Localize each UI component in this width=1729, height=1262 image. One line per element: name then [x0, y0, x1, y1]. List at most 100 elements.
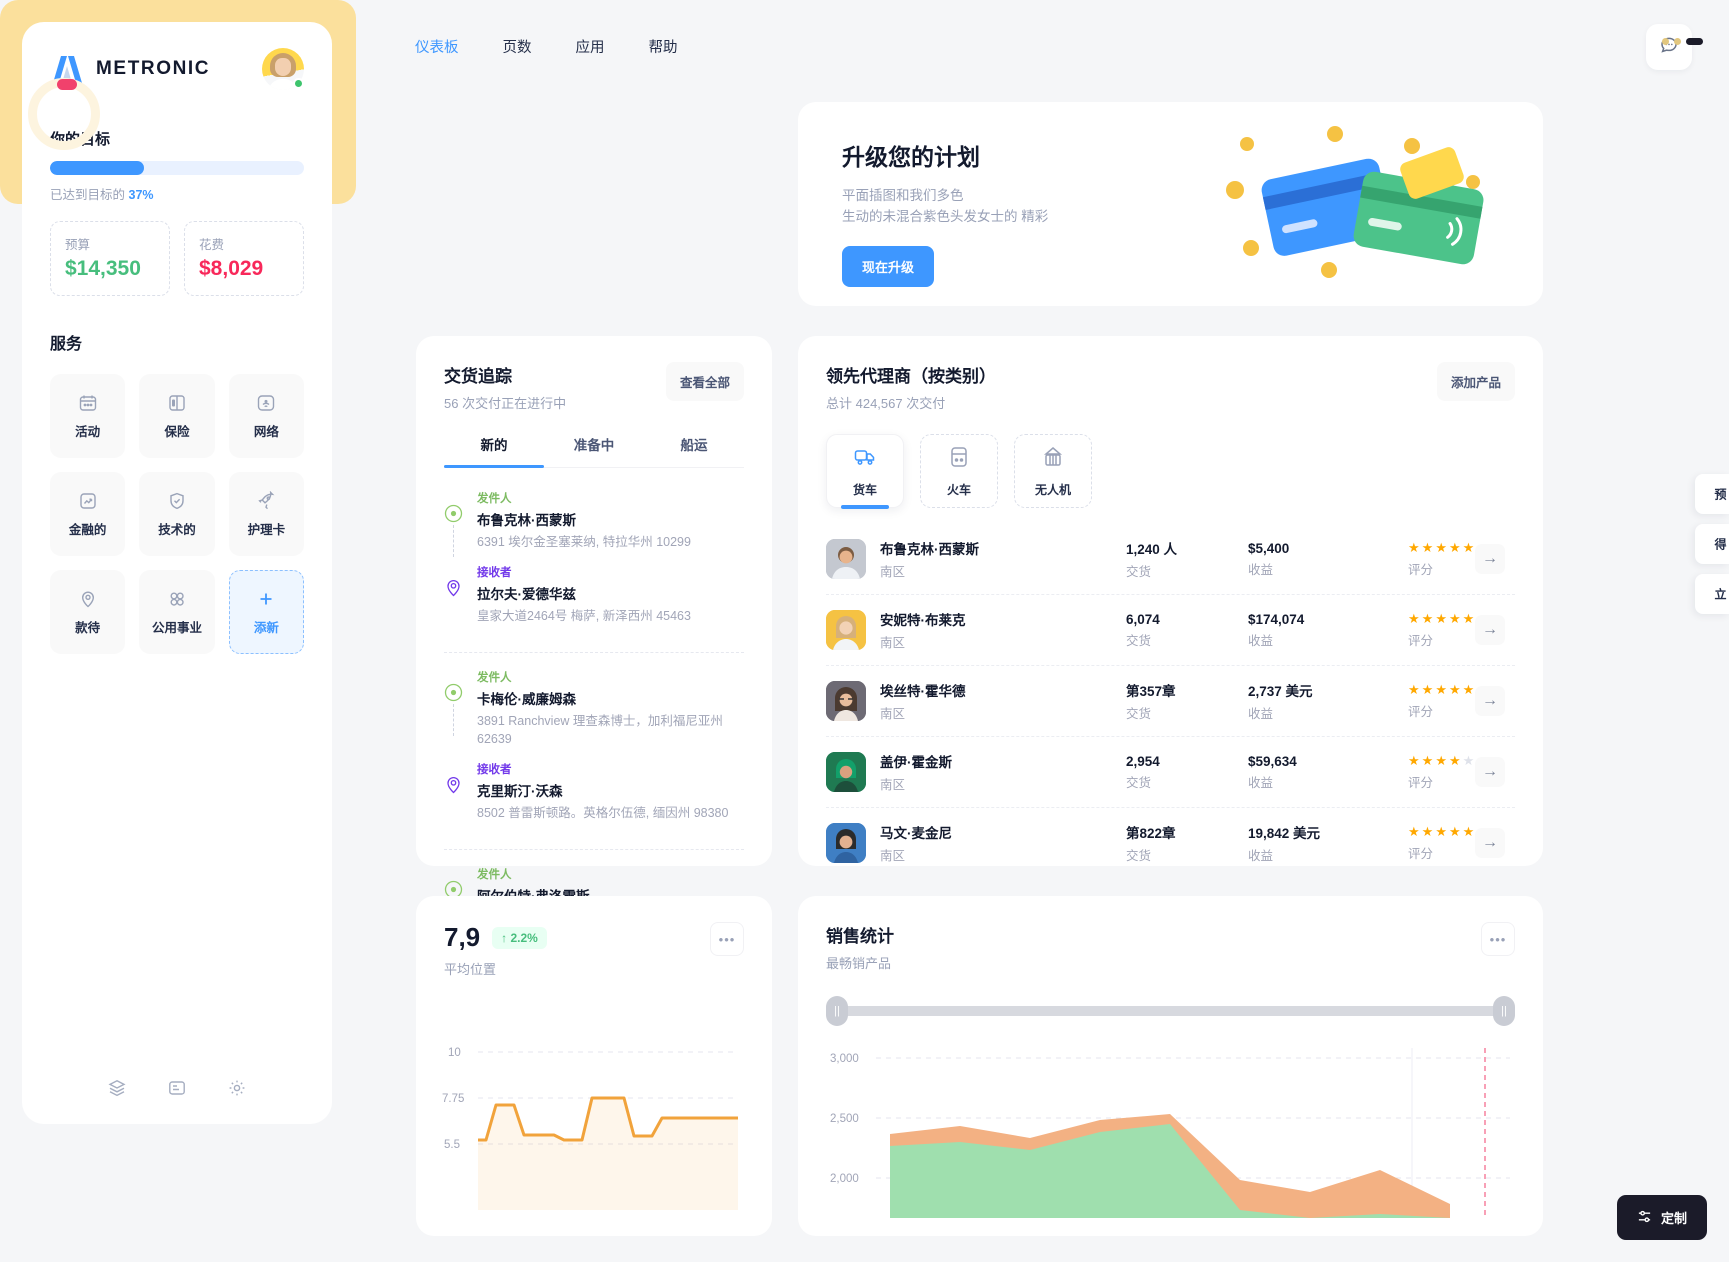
y-tick-label: 2,500	[830, 1113, 859, 1125]
agents-title: 领先代理商（按类别）	[826, 367, 996, 386]
y-tick-label: 5.5	[444, 1139, 460, 1151]
table-row[interactable]: 盖伊·霍金斯 南区 2,954 交货 $59,634 收益 ★ ★ ★ ★ ★ 评分 →	[826, 737, 1515, 808]
notes-icon[interactable]	[167, 1078, 187, 1098]
agent-deliveries-value: 2,954	[1126, 753, 1160, 769]
view-all-button[interactable]: 查看全部	[665, 362, 744, 401]
table-row[interactable]: 埃丝特·霍华德 南区 第357章 交货 2,737 美元 收益 ★ ★ ★ ★ ★ 评分…	[826, 666, 1515, 737]
mode-train[interactable]: 火车	[920, 434, 998, 508]
star-icon: ★	[1462, 611, 1475, 626]
receiver-name: 拉尔夫·爱德华兹	[477, 586, 576, 602]
carousel-dot[interactable]	[1674, 38, 1681, 45]
upgrade-now-button[interactable]: 现在升级	[842, 245, 935, 287]
service-label: 技术的	[158, 522, 196, 537]
agent-revenue-value: 19,842 美元	[1248, 826, 1321, 841]
service-tile-carecard[interactable]: 护理卡	[228, 472, 304, 556]
sender-dot-icon	[444, 683, 463, 736]
service-tile-insurance[interactable]: 保险	[139, 374, 215, 458]
agent-rating-cell: ★ ★ ★ ★ ★ 评分	[1408, 611, 1475, 649]
add-product-button[interactable]: 添加产品	[1436, 362, 1515, 401]
agent-deliveries-cell: 6,074 交货	[1126, 612, 1248, 649]
row-open-button[interactable]: →	[1475, 757, 1505, 787]
star-icon: ★	[1421, 611, 1434, 626]
customize-button[interactable]: 定制	[1616, 1195, 1707, 1240]
mode-truck[interactable]: 货车	[826, 434, 904, 509]
arrow-right-icon: →	[1482, 550, 1498, 567]
y-tick-label: 7.75	[442, 1093, 464, 1105]
table-row[interactable]: 布鲁克林·西蒙斯 南区 1,240 人 交货 $5,400 收益 ★ ★ ★ ★ ★ 评…	[826, 524, 1515, 595]
row-open-button[interactable]: →	[1475, 686, 1505, 716]
range-slider-right-handle[interactable]: ||	[1493, 996, 1515, 1026]
carousel-dot-active[interactable]	[1686, 38, 1703, 45]
service-tile-hospitality[interactable]: 款待	[50, 570, 126, 654]
sender-name: 卡梅伦·威廉姆森	[477, 691, 576, 707]
service-tile-utilities[interactable]: 公用事业	[139, 570, 215, 654]
upgrade-line-2: 生动的未混合紫色头发女士的 精彩	[842, 208, 1049, 224]
service-tile-technical[interactable]: 技术的	[139, 472, 215, 556]
agent-deliveries-label: 交货	[1126, 565, 1152, 579]
carousel-indicators[interactable]	[1662, 38, 1703, 45]
agent-deliveries-label: 交货	[1126, 707, 1152, 721]
gear-icon[interactable]	[227, 1078, 247, 1098]
nav-item-help[interactable]: 帮助	[649, 36, 678, 57]
role-label: 发件人	[477, 493, 512, 505]
row-open-button[interactable]: →	[1475, 544, 1505, 574]
avatar	[826, 752, 866, 792]
right-tab-2[interactable]: 得	[1695, 524, 1729, 564]
train-icon	[947, 445, 971, 474]
goal-caption-text: 已达到目标的	[50, 188, 126, 202]
truck-icon	[853, 445, 877, 474]
more-options-button[interactable]: •••	[710, 922, 744, 956]
right-tab-3[interactable]: 立	[1695, 574, 1729, 614]
nav-item-pages[interactable]: 页数	[503, 36, 532, 57]
service-tile-add-new[interactable]: 添新	[228, 570, 304, 654]
right-tab-1[interactable]: 预	[1695, 474, 1729, 514]
agent-revenue-label: 收益	[1248, 633, 1274, 648]
range-slider-left-handle[interactable]: ||	[826, 996, 848, 1026]
delivery-subtitle: 56 次交付正在进行中	[444, 396, 567, 411]
sidebar: METRONIC 你的目标 已达到目标的 37% 预算 $14,350 花费 $…	[22, 22, 332, 1124]
tab-preparing[interactable]: 准备中	[544, 434, 644, 467]
arrow-right-icon: →	[1482, 763, 1498, 780]
service-tile-activity[interactable]: 活动	[50, 374, 126, 458]
service-label: 款待	[75, 620, 101, 635]
more-options-button[interactable]: •••	[1481, 922, 1515, 956]
stat-spent: 花费 $8,029	[184, 221, 304, 296]
avg-position-value: 7,9	[444, 922, 481, 952]
table-row[interactable]: 安妮特·布莱克 南区 6,074 交货 $174,074 收益 ★ ★ ★ ★ ★ 评分…	[826, 595, 1515, 666]
agent-rating-label: 评分	[1408, 776, 1434, 790]
table-row[interactable]: 马文·麦金尼 南区 第822章 交货 19,842 美元 收益 ★ ★ ★ ★ ★ 评分…	[826, 808, 1515, 878]
agent-name-block: 安妮特·布莱克 南区	[880, 609, 966, 651]
rating-stars: ★ ★ ★ ★ ★	[1408, 753, 1475, 769]
nav-item-dashboard[interactable]: 仪表板	[415, 36, 459, 57]
tab-shipping[interactable]: 船运	[644, 434, 744, 467]
sidebar-footer	[22, 1078, 332, 1098]
nav-item-apps[interactable]: 应用	[576, 36, 605, 57]
services-grid: 活动 保险 网络 金融的 技术的 护理卡 款待 公用事业 添新	[50, 374, 304, 654]
sender-address: 3891 Ranchview 理查森博士，加利福尼亚州 62639	[477, 713, 723, 747]
sender-info: 发件人 卡梅伦·威廉姆森 3891 Ranchview 理查森博士，加利福尼亚州…	[477, 669, 744, 750]
chat-button[interactable]	[1646, 24, 1692, 70]
star-icon: ★	[1448, 540, 1461, 555]
sender-dot-icon	[444, 504, 463, 557]
carousel-dot[interactable]	[1662, 38, 1669, 45]
delivery-header: 交货追踪 56 次交付正在进行中 查看全部	[444, 362, 744, 412]
row-open-button[interactable]: →	[1475, 615, 1505, 645]
service-tile-finance[interactable]: 金融的	[50, 472, 126, 556]
tab-new[interactable]: 新的	[444, 434, 544, 468]
star-icon: ★	[1462, 753, 1475, 768]
stat-spent-value: $8,029	[199, 257, 264, 280]
mode-drone[interactable]: 无人机	[1014, 434, 1092, 508]
service-label: 活动	[75, 424, 101, 439]
row-open-button[interactable]: →	[1475, 828, 1505, 858]
progress-ring-marker	[57, 79, 77, 90]
agent-region: 南区	[880, 707, 906, 721]
range-slider[interactable]: || ||	[826, 996, 1515, 1026]
y-tick-label: 3,000	[830, 1053, 859, 1065]
agent-name: 埃丝特·霍华德	[880, 684, 966, 699]
star-icon: ★	[1435, 611, 1447, 626]
avatar[interactable]	[262, 48, 304, 90]
layers-icon[interactable]	[107, 1078, 127, 1098]
agent-region: 南区	[880, 636, 906, 650]
service-tile-network[interactable]: 网络	[228, 374, 304, 458]
agent-revenue-label: 收益	[1248, 775, 1274, 790]
